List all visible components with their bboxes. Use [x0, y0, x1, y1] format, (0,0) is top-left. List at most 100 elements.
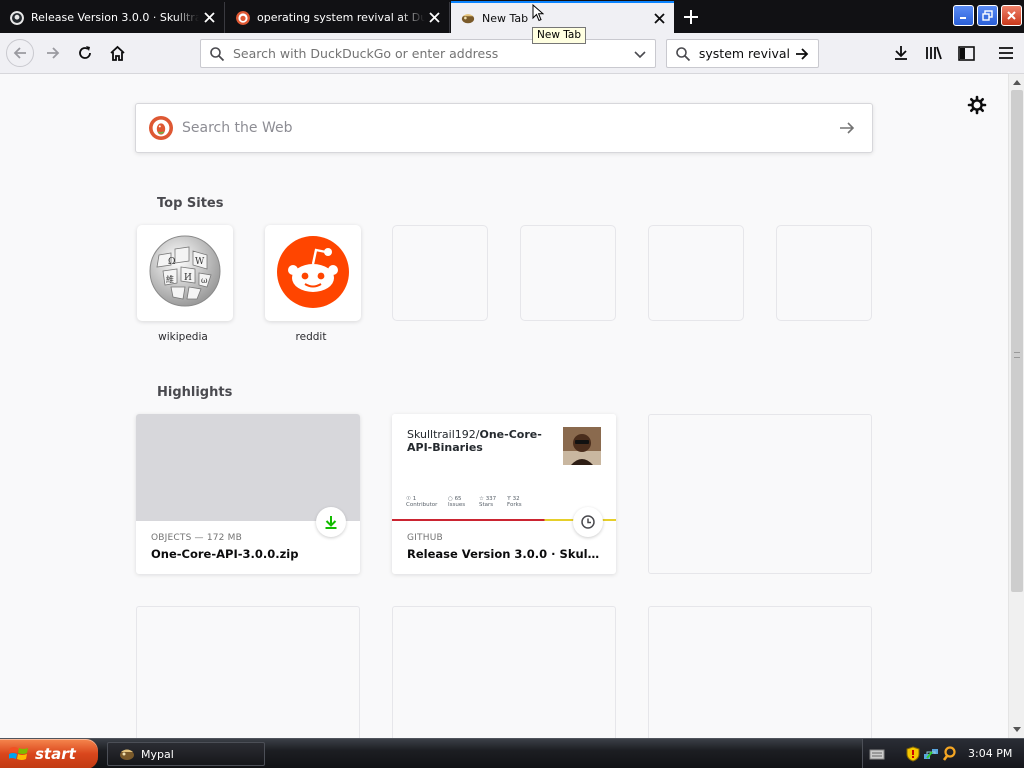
taskbar-item-mypal[interactable]: Mypal [107, 742, 265, 766]
navigation-toolbar [0, 33, 1024, 74]
scroll-up-arrow-icon [1013, 80, 1021, 85]
gear-icon [967, 95, 987, 115]
network-icon[interactable] [923, 746, 939, 762]
mypal-icon [120, 749, 134, 760]
hamburger-menu-icon [999, 47, 1013, 59]
home-icon [109, 45, 125, 61]
forward-button[interactable] [43, 43, 63, 63]
web-search-go-button[interactable] [836, 117, 858, 139]
highlight-card-empty [648, 414, 872, 574]
arrow-right-icon [796, 47, 809, 60]
top-site-tile-empty [648, 225, 744, 321]
search-input[interactable] [695, 46, 790, 61]
back-arrow-icon [13, 47, 26, 59]
security-shield-icon[interactable] [905, 746, 921, 762]
web-search-box[interactable] [135, 103, 873, 153]
library-button[interactable] [924, 43, 944, 63]
tab-release-version[interactable]: Release Version 3.0.0 · Skulltrail192/On… [0, 2, 225, 33]
search-icon [210, 46, 225, 61]
highlight-card-github[interactable]: Skulltrail192/One-Core-API-Binaries ☉ 1C… [392, 414, 616, 574]
menu-button[interactable] [996, 43, 1016, 63]
scroll-grip [1014, 352, 1020, 358]
stat-forks: ϒ 32 Forks [507, 496, 522, 508]
sidebar-button[interactable] [956, 43, 976, 63]
top-site-label[interactable]: reddit [263, 331, 359, 343]
address-input[interactable] [233, 46, 629, 61]
library-icon [926, 46, 942, 60]
windows-flag-icon [9, 747, 28, 760]
clock-icon [581, 515, 595, 529]
card-preview-github: Skulltrail192/One-Core-API-Binaries ☉ 1C… [392, 414, 616, 521]
close-tab-icon[interactable] [428, 11, 441, 24]
download-badge [316, 507, 346, 537]
scroll-down-button[interactable] [1009, 722, 1024, 738]
tab-title: New Tab [482, 11, 529, 25]
downloads-button[interactable] [891, 43, 911, 63]
github-repo-name: Skulltrail192/One-Core-API-Binaries [407, 428, 547, 454]
back-button[interactable] [6, 39, 34, 67]
reload-button[interactable] [75, 43, 95, 63]
highlight-card-empty [136, 606, 360, 738]
address-bar[interactable] [200, 39, 656, 68]
download-icon [325, 516, 337, 529]
url-dropdown-button[interactable] [629, 43, 651, 65]
svg-text:維: 維 [166, 274, 174, 284]
stat-contributors: ☉ 1 Contributor [406, 496, 438, 508]
search-icon [676, 46, 691, 61]
home-button[interactable] [107, 43, 127, 63]
highlight-card-download[interactable]: OBJECTS — 172 MB One-Core-API-3.0.0.zip [136, 414, 360, 574]
scroll-down-arrow-icon [1013, 727, 1021, 732]
chevron-down-icon [634, 50, 646, 58]
start-label: start [35, 745, 76, 763]
clock[interactable]: 3:04 PM [968, 747, 1012, 760]
restore-button[interactable] [977, 5, 998, 26]
mouse-cursor-icon [532, 4, 544, 22]
top-site-tile-wikipedia[interactable]: Ω W И 維 ω [137, 225, 233, 321]
tab-title: Release Version 3.0.0 · Skulltrail192/On… [31, 11, 199, 24]
download-icon [895, 46, 907, 60]
mypal-icon [461, 14, 475, 24]
svg-text:ω: ω [201, 276, 208, 285]
top-site-label[interactable]: wikipedia [135, 331, 231, 343]
tab-tooltip: New Tab [532, 27, 587, 44]
new-tab-page: Top Sites Ω W И 維 ω wikipedia reddit Hig… [0, 74, 1008, 738]
close-window-button[interactable] [1001, 5, 1022, 26]
top-site-tile-reddit[interactable] [265, 225, 361, 321]
close-icon [1007, 11, 1016, 20]
vertical-scrollbar[interactable] [1008, 74, 1024, 738]
close-tab-icon[interactable] [203, 11, 216, 24]
arrow-right-icon [840, 122, 855, 134]
stat-issues: ○ 65 Issues [448, 496, 466, 508]
minimize-icon [960, 17, 966, 19]
scroll-up-button[interactable] [1009, 74, 1024, 90]
plus-icon [684, 10, 698, 24]
new-tab-button[interactable] [680, 6, 702, 28]
stat-stars: ☆ 337 Stars [479, 496, 497, 508]
start-button[interactable]: start [0, 739, 98, 768]
search-bar[interactable] [666, 39, 819, 68]
history-badge [573, 507, 603, 537]
reddit-icon [277, 236, 349, 308]
top-site-tile-empty [520, 225, 616, 321]
repo-stats: ☉ 1 Contributor ○ 65 Issues ☆ 337 Stars ϒ 3… [406, 496, 535, 508]
keyboard-icon[interactable] [869, 746, 885, 762]
tab-duckduckgo-search[interactable]: operating system revival at DuckDuckGo [226, 2, 450, 33]
taskbar: start Mypal 3:04 PM [0, 738, 1024, 768]
repo-owner: Skulltrail192/ [407, 428, 480, 441]
top-sites-heading: Top Sites [157, 196, 224, 211]
minimize-button[interactable] [953, 5, 974, 26]
web-search-input[interactable] [182, 120, 836, 136]
search-go-button[interactable] [792, 44, 812, 64]
scroll-thumb[interactable] [1011, 90, 1023, 592]
top-site-tile-empty [776, 225, 872, 321]
customize-button[interactable] [966, 94, 988, 116]
search-tray-icon[interactable] [943, 746, 959, 762]
top-site-tile-empty [392, 225, 488, 321]
close-tab-icon[interactable] [653, 12, 666, 25]
svg-text:И: И [184, 273, 192, 283]
tab-title: operating system revival at DuckDuckGo [257, 11, 425, 24]
card-meta: OBJECTS — 172 MB [151, 533, 242, 543]
card-title: Release Version 3.0.0 · Skulltrail192/On… [407, 547, 603, 561]
card-preview-placeholder [136, 414, 360, 521]
highlight-card-empty [392, 606, 616, 738]
